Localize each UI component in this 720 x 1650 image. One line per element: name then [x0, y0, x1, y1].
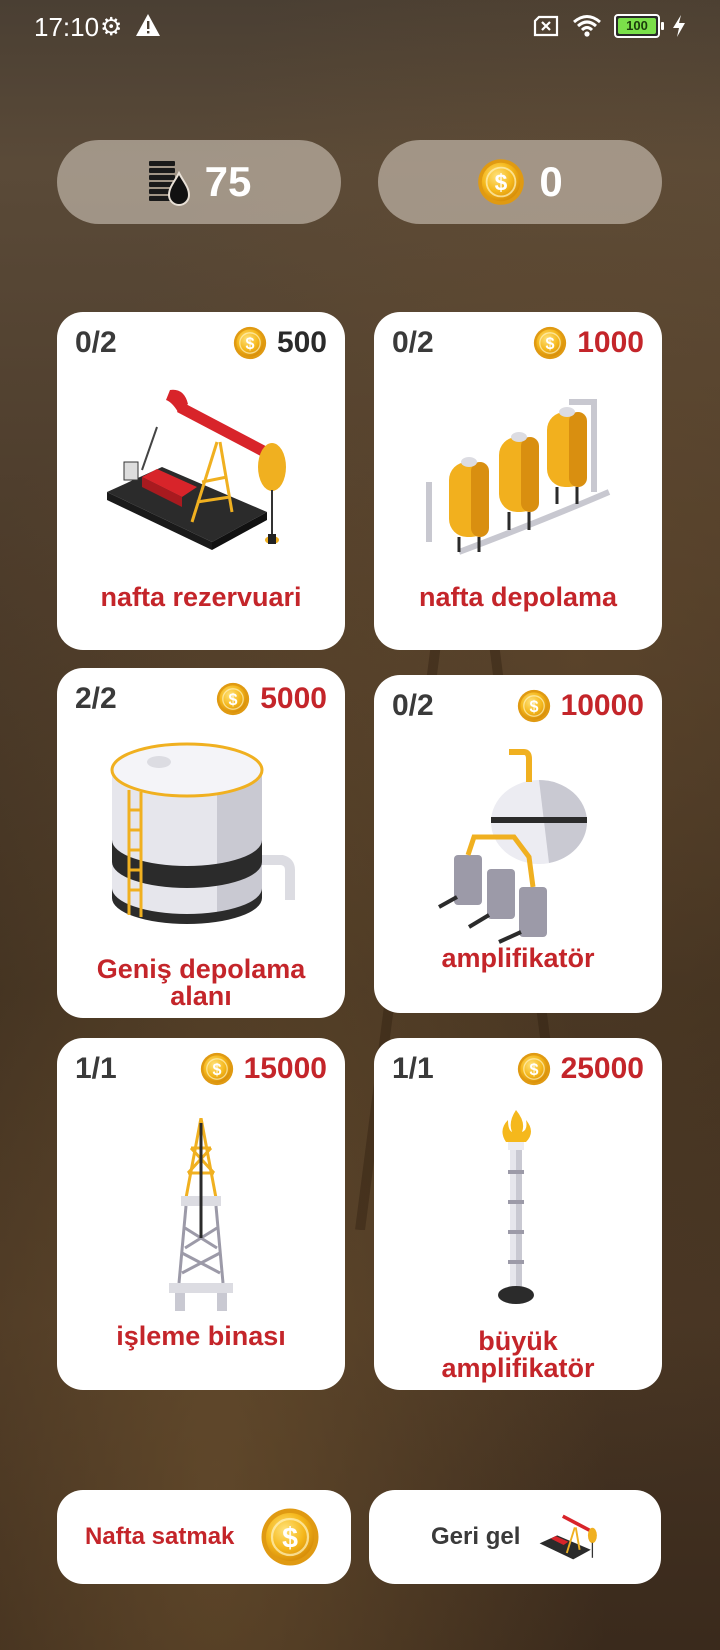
coin-icon [216, 682, 250, 716]
amplifier-icon [438, 749, 587, 944]
status-bar: 17:10 ⚙ 100 [0, 0, 720, 56]
sim-x-icon [533, 15, 559, 37]
card-oil-reservoir[interactable]: 0/2 500 nafta rezervuari [57, 312, 345, 650]
card-amplifier[interactable]: 0/2 10000 amplifikatör [374, 675, 662, 1013]
card-price-value: 1000 [577, 326, 644, 359]
battery-level: 100 [618, 18, 656, 34]
back-label: Geri gel [431, 1523, 521, 1550]
card-price-value: 15000 [243, 1052, 327, 1085]
sell-oil-button[interactable]: Nafta satmak [57, 1490, 351, 1584]
pumpjack-icon [107, 389, 286, 550]
settings-gear-icon: ⚙ [100, 13, 123, 41]
drilling-rig-icon [169, 1118, 233, 1311]
card-price: 500 [233, 326, 327, 360]
card-price: 1000 [533, 326, 644, 360]
card-price: 15000 [200, 1052, 327, 1086]
oil-counter: 75 [57, 140, 341, 224]
card-title-line1: büyük [478, 1326, 558, 1356]
card-title-line1: Geniş depolama [96, 954, 306, 984]
card-price-value: 500 [276, 326, 327, 359]
card-title-line2: alanı [170, 981, 232, 1011]
card-wide-storage[interactable]: 2/2 5000 Geniş depolama alanı [57, 668, 345, 1018]
warning-icon [136, 14, 160, 36]
coin-icon [200, 1052, 234, 1086]
coin-icon [533, 326, 567, 360]
card-title: işleme binası [116, 1321, 286, 1351]
card-count: 0/2 [75, 326, 117, 359]
card-price: 10000 [517, 689, 644, 723]
card-title: nafta rezervuari [100, 582, 302, 612]
oil-amount: 75 [204, 158, 252, 205]
card-big-amplifier[interactable]: 1/1 25000 büyük amplifikatör [374, 1038, 662, 1390]
sell-oil-label: Nafta satmak [85, 1523, 235, 1550]
card-count: 2/2 [75, 682, 117, 715]
coin-icon [233, 326, 267, 360]
coin-icon [517, 1052, 551, 1086]
battery-icon: 100 [614, 14, 664, 38]
coin-icon [477, 158, 525, 206]
coin-icon [517, 689, 551, 723]
back-button[interactable]: Geri gel [369, 1490, 661, 1584]
coin-amount: 0 [539, 158, 563, 205]
pumpjack-icon [539, 1514, 598, 1560]
coin-icon [260, 1507, 320, 1567]
storage-tanks-icon [426, 399, 611, 555]
large-tank-icon [110, 742, 295, 924]
coin-counter: 0 [378, 140, 662, 224]
card-processing-building[interactable]: 1/1 15000 işleme binası [57, 1038, 345, 1390]
card-count: 0/2 [392, 689, 434, 722]
wifi-icon [573, 15, 601, 37]
flare-stack-icon [498, 1110, 534, 1304]
oil-barrel-icon [148, 161, 190, 206]
card-price-value: 10000 [560, 689, 644, 722]
card-count: 1/1 [75, 1052, 117, 1085]
card-title: büyük amplifikatör [374, 1328, 662, 1382]
card-title: nafta depolama [418, 582, 618, 612]
card-price-value: 5000 [260, 682, 327, 715]
card-title: Geniş depolama alanı [57, 956, 345, 1010]
card-oil-storage[interactable]: 0/2 1000 nafta depolama [374, 312, 662, 650]
card-title: amplifikatör [441, 943, 595, 973]
charging-bolt-icon [673, 15, 685, 37]
card-price: 5000 [216, 682, 327, 716]
card-price: 25000 [517, 1052, 644, 1086]
card-count: 1/1 [392, 1052, 434, 1085]
card-price-value: 25000 [560, 1052, 644, 1085]
card-title-line2: amplifikatör [441, 1353, 595, 1383]
card-count: 0/2 [392, 326, 434, 359]
status-time: 17:10 [34, 12, 100, 42]
